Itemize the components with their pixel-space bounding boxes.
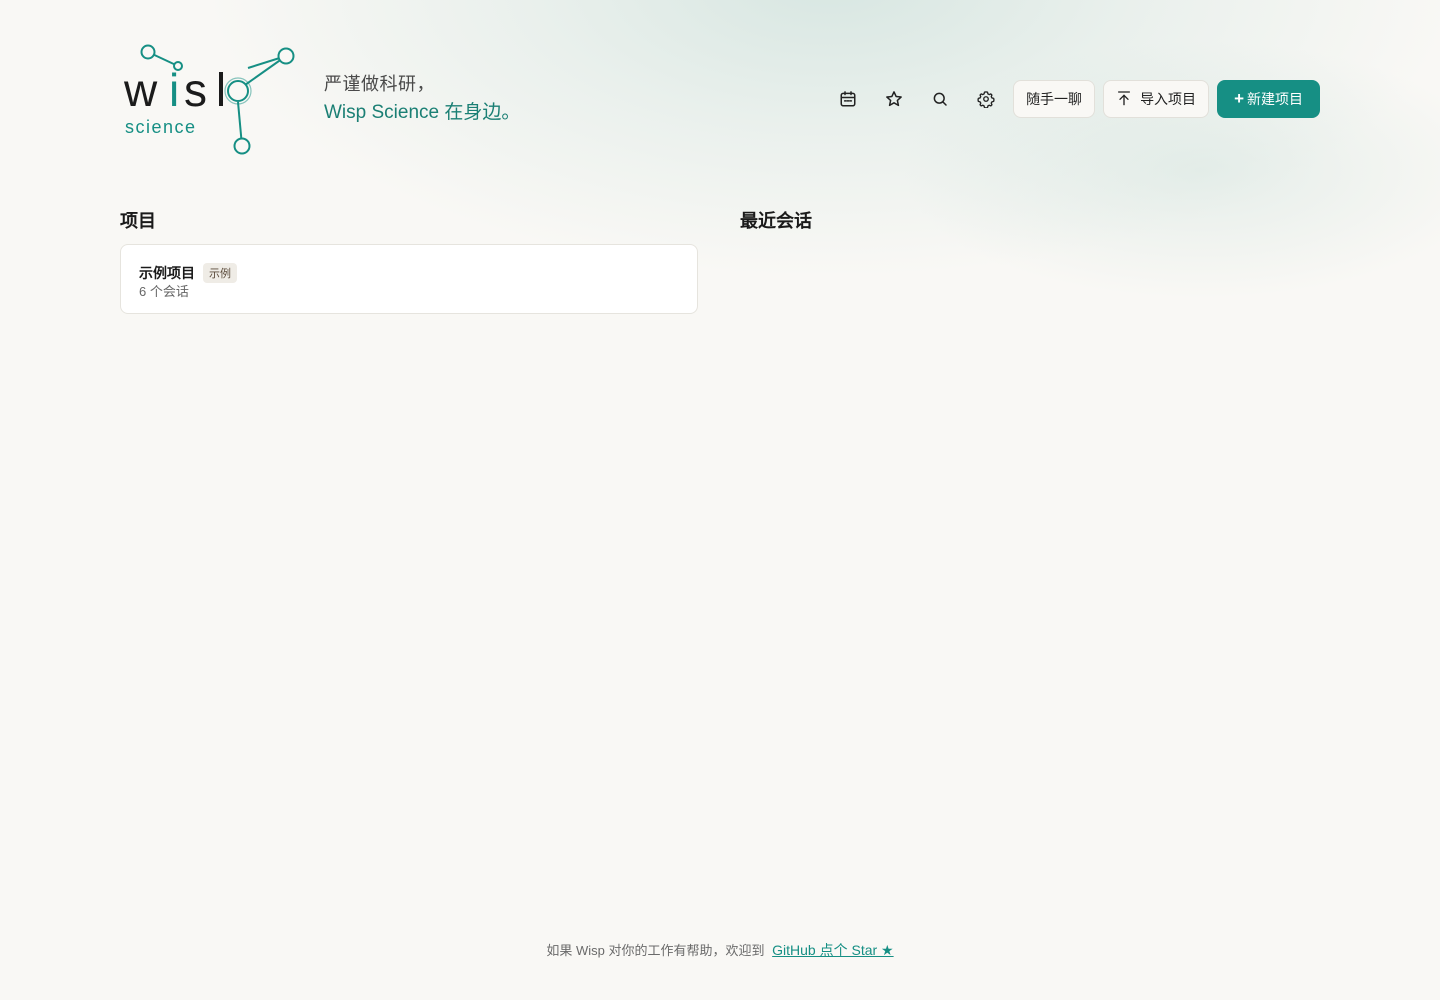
- projects-section-title: 项目: [120, 211, 156, 231]
- home-page: w i s science 严谨做科研， Wisp Science 在身边。 随…: [0, 0, 1440, 1000]
- tagline: 严谨做科研， Wisp Science 在身边。: [324, 72, 520, 128]
- project-badge: 示例: [203, 263, 237, 283]
- import-project-label: 导入项目: [1140, 91, 1197, 107]
- wisp-science-logo[interactable]: w i s science: [120, 40, 300, 160]
- settings-button[interactable]: [967, 80, 1005, 118]
- quick-chat-button[interactable]: 随手一聊: [1013, 80, 1096, 118]
- project-name: 示例项目: [139, 265, 195, 281]
- svg-text:science: science: [125, 117, 197, 137]
- gear-icon: [977, 90, 995, 108]
- footer: 如果 Wisp 对你的工作有帮助，欢迎到 GitHub 点个 Star ★: [0, 940, 1440, 960]
- toolbar: 随手一聊 导入项目 + 新建项目: [829, 80, 1320, 118]
- header: w i s science 严谨做科研， Wisp Science 在身边。 随…: [120, 40, 1320, 160]
- svg-text:i: i: [169, 64, 179, 116]
- plus-icon: +: [1234, 88, 1244, 108]
- project-name-row: 示例项目 示例: [139, 263, 237, 283]
- search-button[interactable]: [921, 80, 959, 118]
- import-project-button[interactable]: 导入项目: [1103, 80, 1210, 118]
- github-star-link[interactable]: GitHub 点个 Star ★: [772, 942, 893, 958]
- upload-icon: [1116, 90, 1132, 109]
- quick-chat-label: 随手一聊: [1026, 91, 1083, 107]
- svg-text:s: s: [184, 64, 207, 116]
- recent-sessions-title: 最近会话: [740, 211, 812, 231]
- project-session-count: 6 个会话: [139, 284, 189, 299]
- new-project-label: 新建项目: [1247, 91, 1303, 107]
- favorites-button[interactable]: [875, 80, 913, 118]
- new-project-button[interactable]: + 新建项目: [1217, 80, 1320, 118]
- calendar-icon: [839, 90, 857, 108]
- calendar-button[interactable]: [829, 80, 867, 118]
- footer-text: 如果 Wisp 对你的工作有帮助，欢迎到: [546, 943, 765, 958]
- tagline-line-1: 严谨做科研，: [324, 74, 435, 94]
- project-card[interactable]: 示例项目 示例 6 个会话: [120, 244, 698, 314]
- star-icon: [885, 90, 903, 108]
- svg-text:w: w: [123, 64, 158, 116]
- tagline-line-2: Wisp Science 在身边。: [324, 102, 521, 123]
- search-icon: [931, 90, 949, 108]
